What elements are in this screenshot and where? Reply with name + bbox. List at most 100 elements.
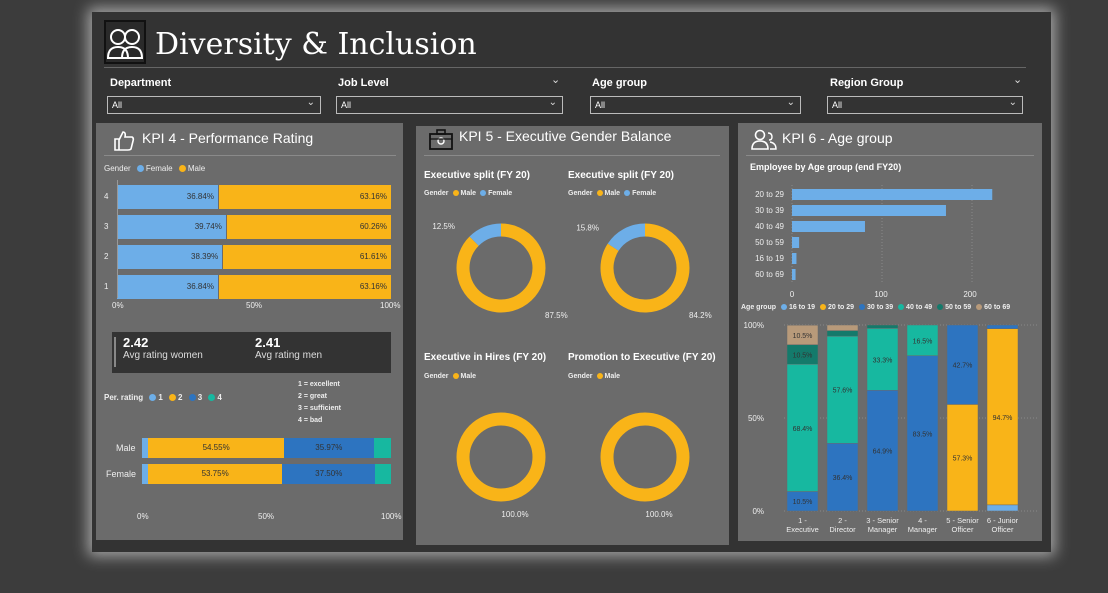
stack-segment [826,324,859,331]
age-bar-chart: 20 to 29 30 to 39 40 to 49 50 to 59 16 to 19… [755,185,993,299]
age-bar [792,253,797,264]
age-bar [792,189,993,200]
legend-swatch [898,304,905,311]
legend-title: Gender [104,164,131,173]
legend-female-swatch [136,165,144,173]
stack-category-label: 5 - Senior [946,516,979,525]
stack-category-label: Director [829,525,856,534]
stack-category-label: 2 - [838,516,847,525]
stack-ytick: 100% [744,321,764,330]
age-category-label: 16 to 19 [755,254,784,263]
donut-slice [456,412,546,502]
rating-segment [373,438,391,458]
rating-segment [375,464,391,484]
filter-label-department: Department [110,77,172,89]
donut-slice [607,223,646,252]
stack-label: 94.7% [993,415,1013,422]
age-group-dropdown[interactable]: All ⌄ [590,96,801,114]
age-category-label: 60 to 69 [755,270,784,279]
age-bar [792,205,946,216]
gender-row-label: Male [116,443,136,453]
male-bar: 60.26% [226,215,391,239]
legend-title: Per. rating [104,393,144,402]
rating-segment: 37.50% [282,464,376,484]
kpi4-legend: Gender Female Male [104,164,205,173]
legend-male-swatch [178,165,186,173]
stack-category-label: Executive [786,525,819,534]
kpi4-xtick: 50% [246,301,263,310]
legend-item: 20 to 29 [827,304,855,311]
rating-segment: 53.75% [148,464,283,484]
stack-category-label: Officer [992,525,1014,534]
kpi4-axis [117,180,118,298]
stack-label: 57.6% [833,388,853,395]
department-dropdown[interactable]: All ⌄ [107,96,321,114]
legend-item: 3 [197,393,203,402]
legend-item: 50 to 59 [945,304,972,311]
stack-category-label: Manager [868,525,898,534]
stack-segment [986,504,1019,512]
avg-rating-women-value: 2.42 [123,335,149,350]
job-level-dropdown[interactable]: All ⌄ [336,96,563,114]
filter-label-age-group: Age group [592,77,647,89]
male-bar: 63.16% [218,275,391,299]
stack-label: 36.4% [833,475,853,482]
legend-swatch [859,304,866,311]
kpi4b-xtick: 50% [258,512,275,521]
kpi4-row-label: 1 [104,282,109,291]
rating-key-1: 1 = excellent [298,381,340,388]
chevron-down-icon: ⌄ [1008,97,1017,108]
female-bar: 39.74% [117,215,226,239]
female-bar: 36.84% [117,275,218,299]
legend-item: 1 [158,393,163,402]
age-xtick: 200 [963,290,977,299]
donut-slice [600,412,690,502]
stack-category-label: 4 - [918,516,927,525]
donut-charts: 87.5% 12.5% 84.2% 15.8% 100.0% 100.0% [432,222,711,519]
age-group-value: All [595,100,606,110]
chevron-down-icon: ⌄ [306,97,315,108]
rating-legend: Per. rating 1 2 3 4 [104,393,222,402]
person-group-icon [751,128,777,152]
rating-segment: 54.55% [148,438,285,458]
rating-key-2: 2 = great [298,393,327,400]
stack-label: 10.5% [793,333,813,340]
legend-swatch [188,394,196,402]
stack-category-label: Officer [952,525,974,534]
stack-segment [826,330,859,337]
stack-label: 10.5% [793,499,813,506]
legend-item: 60 to 69 [984,304,1011,311]
thumbs-up-icon [112,129,136,153]
people-icon [104,20,146,64]
age-category-label: 40 to 49 [755,222,784,231]
rating-key: 1 = excellent 2 = great 3 = sufficient 4… [298,379,341,427]
female-bar: 38.39% [117,245,223,269]
legend-swatch [208,394,216,402]
legend-swatch [780,304,787,311]
kpi4b-xtick: 100% [381,512,402,521]
stack-label: 33.3% [873,357,893,364]
donut-label: 100.0% [645,510,672,519]
stack-label: 42.7% [953,363,973,370]
kpi4-xtick: 100% [380,301,401,310]
chevron-down-icon[interactable]: ⌄ [1013,73,1022,86]
legend-male: Male [187,164,206,173]
legend-swatch [937,304,944,311]
kpi4-row-label: 4 [104,192,109,201]
stack-label: 83.5% [913,431,933,438]
kpi4-divider [104,155,396,156]
legend-swatch [819,304,826,311]
stack-label: 16.5% [913,338,933,345]
chevron-down-icon: ⌄ [548,97,557,108]
age-legend: Age group 16 to 19 20 to 29 30 to 39 40 … [741,304,1010,311]
title-divider [104,67,1026,68]
stack-ytick: 0% [752,507,764,516]
region-group-dropdown[interactable]: All ⌄ [827,96,1023,114]
stack-category-label: 6 - Junior [987,516,1019,525]
chevron-down-icon[interactable]: ⌄ [551,73,560,86]
legend-female: Female [145,164,173,173]
page-title: Diversity & Inclusion [155,27,477,62]
kpi6-title: KPI 6 - Age group [782,130,893,146]
stack-category-label: Manager [908,525,938,534]
age-bar [792,269,796,280]
